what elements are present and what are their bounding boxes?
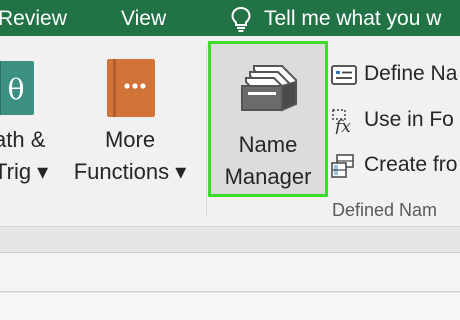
defined-names-group-label: Defined Nam — [332, 200, 438, 220]
group-separator — [206, 44, 207, 216]
fx-icon: fx — [332, 109, 351, 134]
formula-bar[interactable] — [0, 252, 460, 292]
define-name-icon — [331, 65, 357, 85]
define-name-label: Define Na — [364, 62, 458, 85]
more-functions-label-1: More — [104, 127, 156, 152]
tell-me-search[interactable]: Tell me what you w — [229, 0, 460, 36]
tab-review[interactable]: Review — [0, 0, 67, 36]
create-from-selection-button[interactable]: Create fro — [330, 149, 460, 181]
use-in-formula-label: Use in Fo — [364, 108, 454, 131]
name-cards-icon — [241, 65, 297, 112]
tell-me-text: Tell me what you w — [264, 7, 442, 30]
function-book-icon — [107, 59, 155, 117]
create-from-selection-label: Create fro — [364, 153, 458, 176]
use-in-formula-button[interactable]: fx Use in Fo — [330, 104, 460, 136]
create-from-selection-icon — [331, 154, 354, 178]
define-name-button[interactable]: Define Na — [330, 58, 460, 90]
svg-text:fx: fx — [333, 117, 351, 134]
math-trig-label-2: Trig ▾ — [0, 159, 49, 184]
more-functions-label-2: Functions ▾ — [73, 159, 187, 184]
worksheet-area[interactable] — [0, 293, 460, 320]
more-functions-button[interactable]: More Functions ▾ — [68, 36, 196, 206]
svg-text:θ: θ — [8, 73, 25, 106]
lightbulb-icon — [231, 6, 251, 32]
math-trig-label-1: ath & — [0, 127, 46, 152]
formulas-ribbon: θ ath & Trig ▾ More Functions ▾ Name Man… — [0, 36, 460, 227]
math-trig-button[interactable]: θ ath & Trig ▾ — [0, 36, 74, 206]
name-manager-label-1: Name — [238, 132, 298, 157]
tab-view[interactable]: View — [121, 0, 166, 36]
name-manager-label-2: Manager — [224, 164, 312, 189]
ribbon-tab-bar: Review View Tell me what you w — [0, 0, 460, 36]
theta-icon: θ — [0, 61, 34, 115]
name-manager-button[interactable]: Name Manager — [208, 41, 328, 197]
